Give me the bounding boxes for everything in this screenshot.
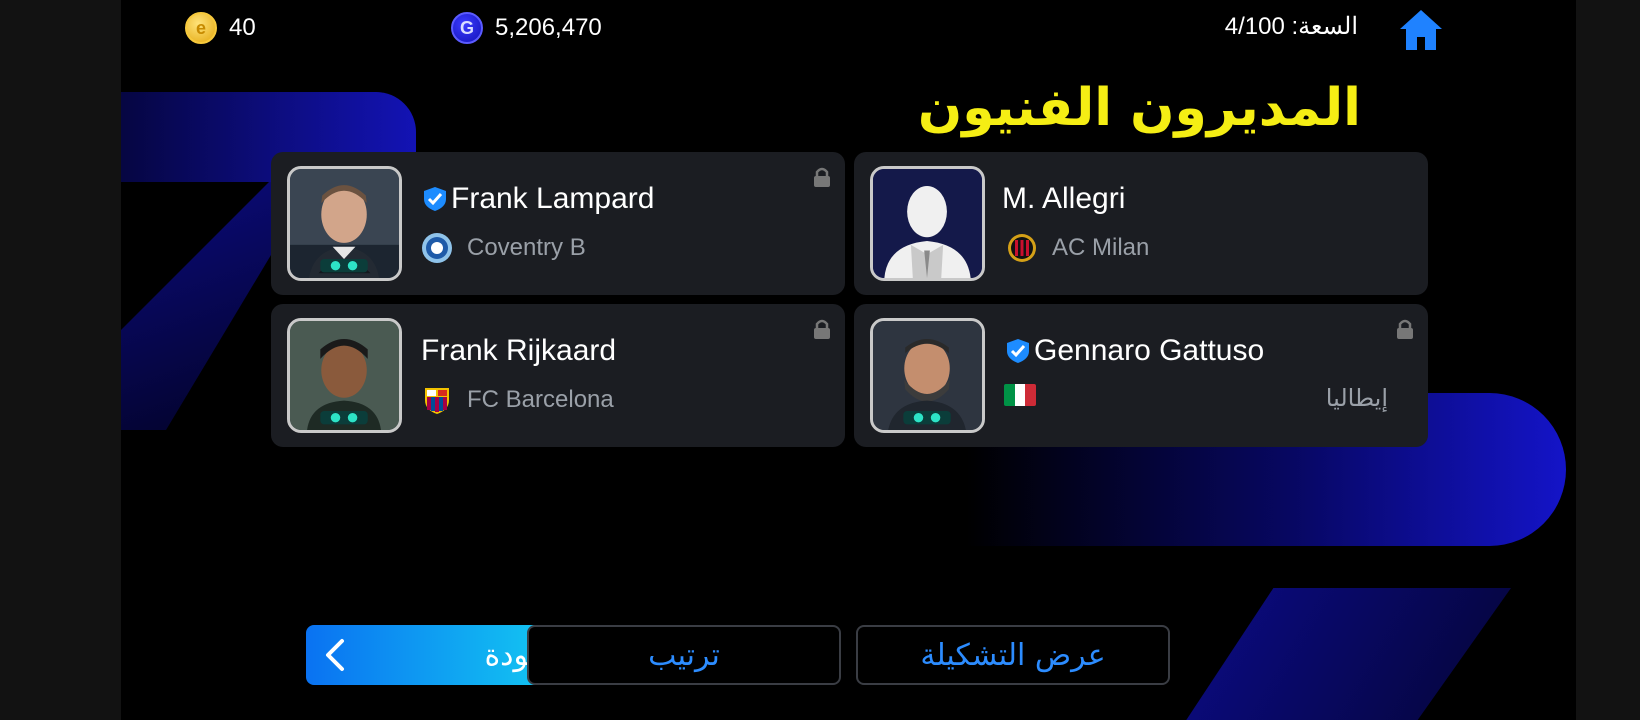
background-shape [121,180,271,430]
manager-club: FC Barcelona [421,384,614,416]
home-button[interactable] [1398,8,1444,52]
ecoin-amount: 40 [229,14,256,41]
lock-icon [814,319,830,339]
manager-card-lampard[interactable]: Frank Lampard Coventry B [271,152,845,295]
background-shape [1181,588,1511,720]
gp-amount: 5,206,470 [495,14,602,41]
capacity-label: السعة: 4/100 [1224,13,1358,40]
lock-icon [814,167,830,187]
manager-club: Coventry B [421,232,586,264]
nationality-label: إيطاليا [1325,384,1388,412]
game-screen: e 40 G 5,206,470 السعة: 4/100 المديرون ا… [121,0,1576,720]
manager-club: AC Milan [1006,232,1149,264]
view-formation-button[interactable]: عرض التشكيلة [856,625,1170,685]
gp-balance: G 5,206,470 [451,12,602,44]
manager-portrait [287,318,402,433]
sort-button-label: ترتيب [648,637,720,673]
verified-icon [1007,339,1029,363]
manager-name: Frank Lampard [421,182,654,216]
sort-button[interactable]: ترتيب [527,625,841,685]
chevron-left-icon [326,639,344,671]
manager-name: Frank Rijkaard [421,334,617,367]
gp-icon: G [451,12,483,44]
manager-name: M. Allegri [1002,182,1126,215]
home-icon [1400,10,1442,50]
manager-card-allegri[interactable]: M. Allegri AC Milan [854,152,1428,295]
manager-card-rijkaard[interactable]: Frank Rijkaard FC Barcelona [271,304,845,447]
fc-barcelona-badge-icon [425,388,449,414]
ecoin-balance: e 40 [185,12,256,44]
coventry-badge-icon [422,233,452,263]
manager-portrait [870,318,985,433]
right-letterbox [1576,0,1640,720]
ac-milan-badge-icon [1008,234,1036,262]
manager-nationality [1004,384,1036,406]
ecoin-icon: e [185,12,217,44]
view-formation-button-label: عرض التشكيلة [920,637,1106,673]
manager-portrait [870,166,985,281]
lock-icon [1397,319,1413,339]
manager-portrait [287,166,402,281]
verified-icon [424,187,446,211]
page-title: المديرون الفنيون [917,78,1361,138]
italy-flag-icon [1004,384,1036,406]
left-letterbox [0,0,121,720]
manager-card-gattuso[interactable]: Gennaro Gattuso إيطاليا [854,304,1428,447]
manager-name: Gennaro Gattuso [1004,334,1264,368]
